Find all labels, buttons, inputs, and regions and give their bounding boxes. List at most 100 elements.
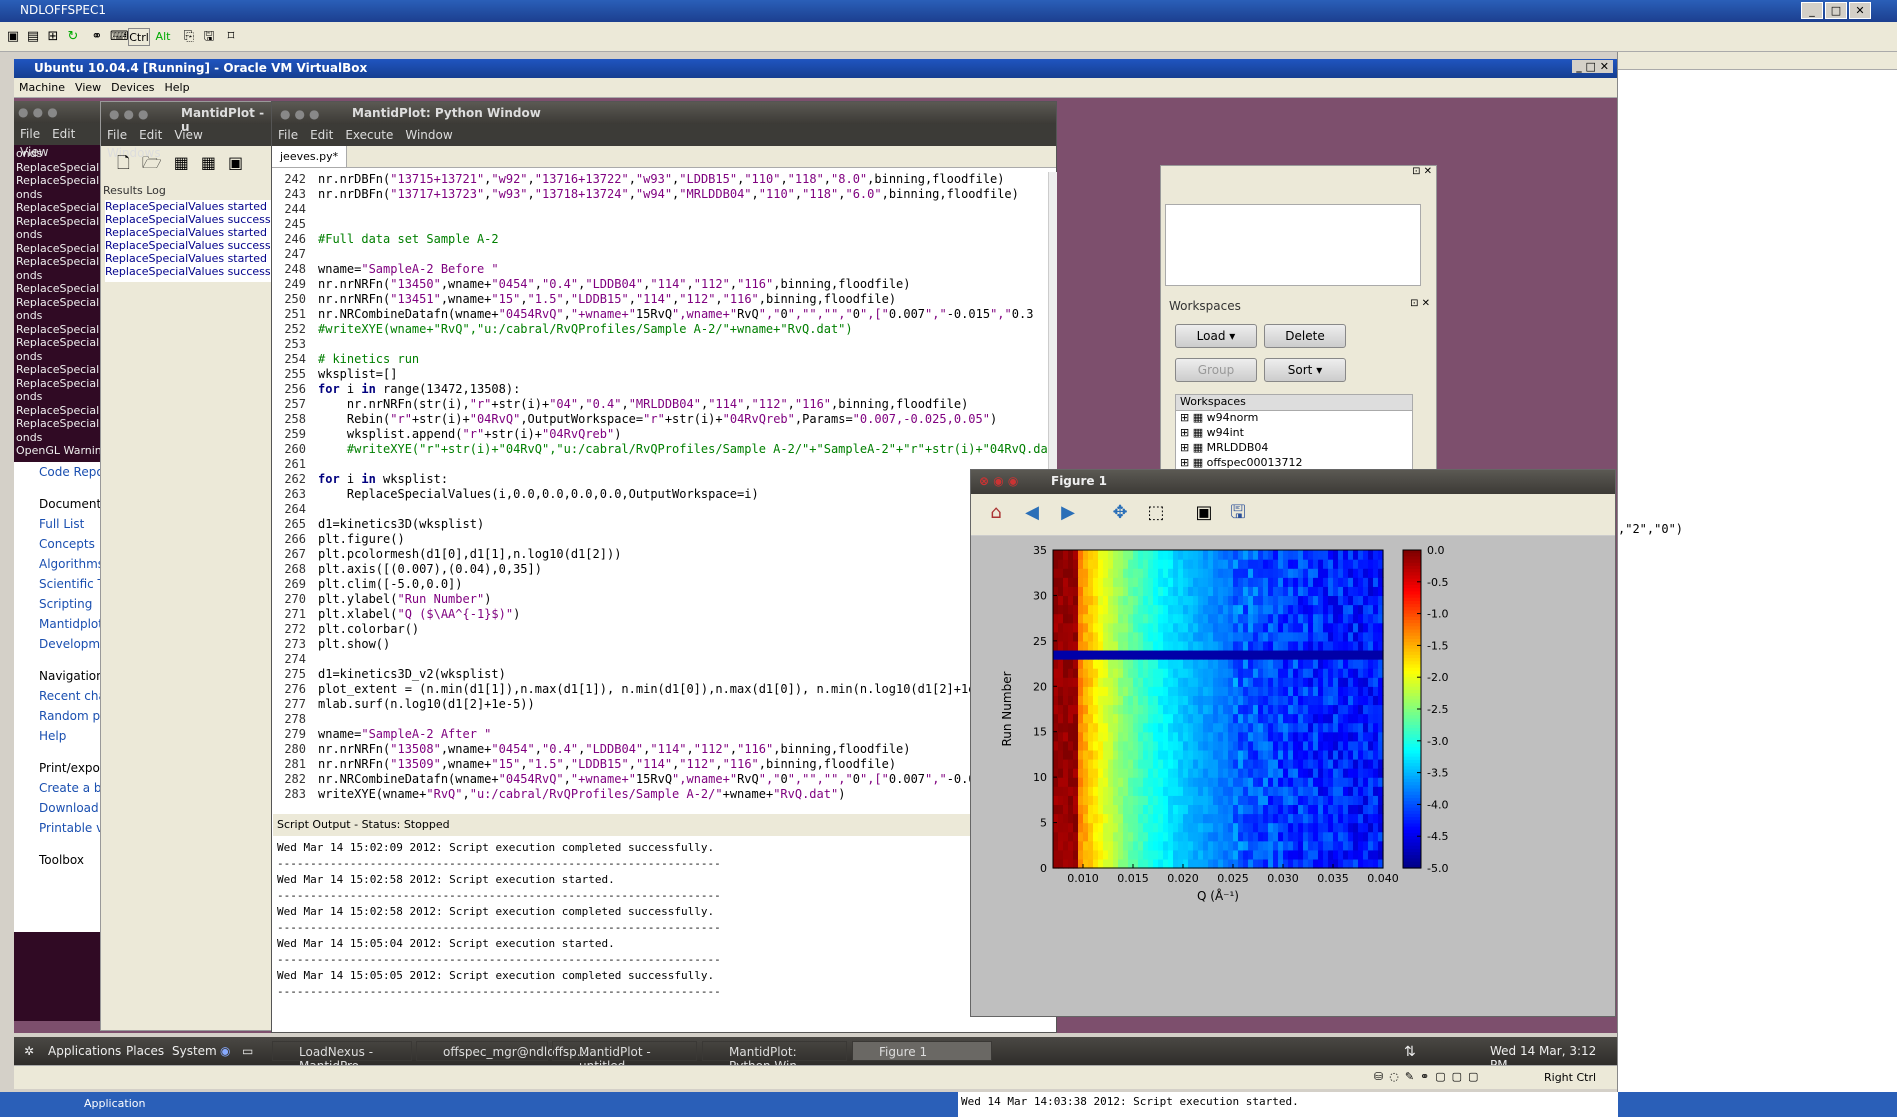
network-icon[interactable]: ⇅: [1404, 1044, 1416, 1060]
help-item[interactable]: Download: [14, 798, 100, 818]
forward-icon[interactable]: ▶: [1059, 504, 1077, 522]
figure-canvas[interactable]: 0.010 0.015 0.020 0.025 0.030 0.035 0.040 0 5 10 1…: [971, 536, 1615, 1016]
code-line[interactable]: 252 #writeXYE(wname+"RvQ","u:/cabral/RvQP…: [273, 322, 1048, 337]
code-line[interactable]: 266 plt.figure(): [273, 532, 1048, 547]
maximize-button[interactable]: □: [1825, 2, 1847, 19]
clipboard-icon[interactable]: ▤: [24, 28, 42, 46]
home-icon[interactable]: ⌂: [987, 504, 1005, 522]
applications-menu[interactable]: Applications: [48, 1044, 121, 1058]
code-line[interactable]: 259 wksplist.append("r"+str(i)+"04RvQreb…: [273, 427, 1048, 442]
code-editor[interactable]: 242 nr.nrDBFn("13715+13721","w92","13716+…: [273, 172, 1048, 807]
help-item[interactable]: Code Repo: [14, 462, 100, 482]
code-line[interactable]: 255 wksplist=[]: [273, 367, 1048, 382]
code-line[interactable]: 270 plt.ylabel("Run Number"): [273, 592, 1048, 607]
code-line[interactable]: 261: [273, 457, 1048, 472]
save-figure-icon[interactable]: 🖫: [1229, 504, 1247, 522]
help-item[interactable]: Full List: [14, 514, 100, 534]
workspace-item[interactable]: ⊞ ▦ w94int: [1176, 426, 1412, 441]
ubuntu-logo-icon[interactable]: ✲: [24, 1044, 34, 1058]
expand-icon[interactable]: ⊞: [1180, 411, 1189, 424]
code-line[interactable]: 277 mlab.surf(n.log10(d1[2]+1e-5)): [273, 697, 1048, 712]
code-line[interactable]: 249 nr.nrNRFn("13450",wname+"0454","0.4",…: [273, 277, 1048, 292]
code-line[interactable]: 269 plt.clim([-5.0,0.0]): [273, 577, 1048, 592]
window-icon[interactable]: ⌑: [222, 28, 240, 46]
workspaces-dock-close-icon[interactable]: ⊡ ✕: [1410, 298, 1430, 309]
terminal-icon[interactable]: ▭: [242, 1044, 253, 1058]
taskbar-item[interactable]: MantidPlot - untitled: [552, 1041, 697, 1073]
help-item[interactable]: Algorithms: [14, 554, 100, 574]
new-icon[interactable]: 🗋: [117, 153, 142, 172]
code-line[interactable]: 263 ReplaceSpecialValues(i,0.0,0.0,0.0,0…: [273, 487, 1048, 502]
refresh-icon[interactable]: ↻: [64, 28, 82, 46]
open-icon[interactable]: 🗁: [142, 153, 174, 172]
code-line[interactable]: 273 plt.show(): [273, 637, 1048, 652]
taskbar-item[interactable]: offspec_mgr@ndloffsp...: [416, 1041, 588, 1061]
subplots-icon[interactable]: ▣: [1195, 504, 1213, 522]
taskbar-item[interactable]: Figure 1: [852, 1041, 992, 1061]
code-line[interactable]: 262 for i in wksplist:: [273, 472, 1048, 487]
menu-help[interactable]: Help: [160, 78, 195, 94]
code-line[interactable]: 244: [273, 202, 1048, 217]
menu-edit[interactable]: Edit: [46, 123, 81, 141]
sort-button[interactable]: Sort ▾: [1264, 358, 1346, 382]
dock-close-icon[interactable]: ⊡ ✕: [1412, 166, 1432, 177]
menu-edit[interactable]: Edit: [133, 124, 168, 142]
back-icon[interactable]: ◀: [1023, 504, 1041, 522]
workspace-tree[interactable]: Workspaces ⊞ ▦ w94norm ⊞ ▦ w94int ⊞ ▦ MRLD…: [1175, 394, 1413, 471]
alt-key-button[interactable]: Alt: [152, 28, 174, 46]
vbox-window-controls[interactable]: _ □ ✕: [1572, 60, 1613, 73]
menu-view[interactable]: View: [70, 78, 106, 94]
code-line[interactable]: 256 for i in range(13472,13508):: [273, 382, 1048, 397]
close-button[interactable]: ✕: [1849, 2, 1871, 19]
code-line[interactable]: 251 nr.NRCombineDatafn(wname+"0454RvQ","+…: [273, 307, 1048, 322]
code-line[interactable]: 264: [273, 502, 1048, 517]
pan-icon[interactable]: ✥: [1111, 504, 1129, 522]
help-item[interactable]: Concepts: [14, 534, 100, 554]
script-icon[interactable]: ▣: [228, 153, 255, 172]
code-line[interactable]: 245: [273, 217, 1048, 232]
code-line[interactable]: 274: [273, 652, 1048, 667]
code-line[interactable]: 253: [273, 337, 1048, 352]
code-line[interactable]: 267 plt.pcolormesh(d1[0],d1[1],n.log10(d1…: [273, 547, 1048, 562]
table-icon[interactable]: ▦: [174, 153, 201, 172]
screen-icon[interactable]: ▣: [4, 28, 22, 46]
code-line[interactable]: 247: [273, 247, 1048, 262]
taskbar-item[interactable]: LoadNexus - MantidPro...: [272, 1041, 412, 1073]
keyboard-icon[interactable]: ⌨: [110, 28, 129, 46]
workspace-item[interactable]: ⊞ ▦ w94norm: [1176, 411, 1412, 426]
help-item[interactable]: Mantidplot: [14, 614, 100, 634]
group-button[interactable]: Group: [1175, 358, 1257, 382]
code-line[interactable]: 280 nr.nrNRFn("13508",wname+"0454","0.4",…: [273, 742, 1048, 757]
expand-icon[interactable]: ⊞: [1180, 456, 1189, 469]
zoom-icon[interactable]: ⬚: [1147, 504, 1165, 522]
expand-icon[interactable]: ⊞: [1180, 426, 1189, 439]
code-line[interactable]: 276 plot_extent = (n.min(d1[1]),n.max(d1[…: [273, 682, 1048, 697]
menu-file[interactable]: File: [272, 124, 304, 142]
code-line[interactable]: 257 nr.nrNRFn(str(i),"r"+str(i)+"04","0.…: [273, 397, 1048, 412]
code-line[interactable]: 283 writeXYE(wname+"RvQ","u:/cabral/RvQPr…: [273, 787, 1048, 802]
taskbar-item[interactable]: MantidPlot: Python Win...: [702, 1041, 847, 1073]
save-icon[interactable]: 🖫: [200, 28, 218, 46]
terminal-window-buttons[interactable]: ● ● ●: [18, 105, 58, 119]
tab-jeeves[interactable]: jeeves.py*: [272, 146, 348, 167]
firefox-icon[interactable]: ◉: [220, 1044, 230, 1058]
code-line[interactable]: 243 nr.nrDBFn("13717+13723","w93","13718+…: [273, 187, 1048, 202]
code-line[interactable]: 275 d1=kinetics3D_v2(wksplist): [273, 667, 1048, 682]
figure-window-buttons[interactable]: ⊗ ◉ ◉: [979, 474, 1018, 488]
menu-edit[interactable]: Edit: [304, 124, 339, 142]
help-item[interactable]: Scientific T: [14, 574, 100, 594]
help-item[interactable]: Printable ve: [14, 818, 100, 838]
help-item[interactable]: Developme: [14, 634, 100, 654]
help-item[interactable]: Random pa: [14, 706, 100, 726]
code-line[interactable]: 254 # kinetics run: [273, 352, 1048, 367]
expand-icon[interactable]: ⊞: [1180, 441, 1189, 454]
load-button[interactable]: Load ▾: [1175, 324, 1257, 348]
code-line[interactable]: 282 nr.NRCombineDatafn(wname+"0454RvQ","+…: [273, 772, 1048, 787]
code-line[interactable]: 260 #writeXYE("r"+str(i)+"04RvQ","u:/cab…: [273, 442, 1048, 457]
menu-devices[interactable]: Devices: [106, 78, 159, 94]
code-line[interactable]: 279 wname="SampleA-2 After ": [273, 727, 1048, 742]
delete-button[interactable]: Delete: [1264, 324, 1346, 348]
code-line[interactable]: 242 nr.nrDBFn("13715+13721","w92","13716+…: [273, 172, 1048, 187]
code-line[interactable]: 272 plt.colorbar(): [273, 622, 1048, 637]
matrix-icon[interactable]: ▦: [201, 153, 228, 172]
